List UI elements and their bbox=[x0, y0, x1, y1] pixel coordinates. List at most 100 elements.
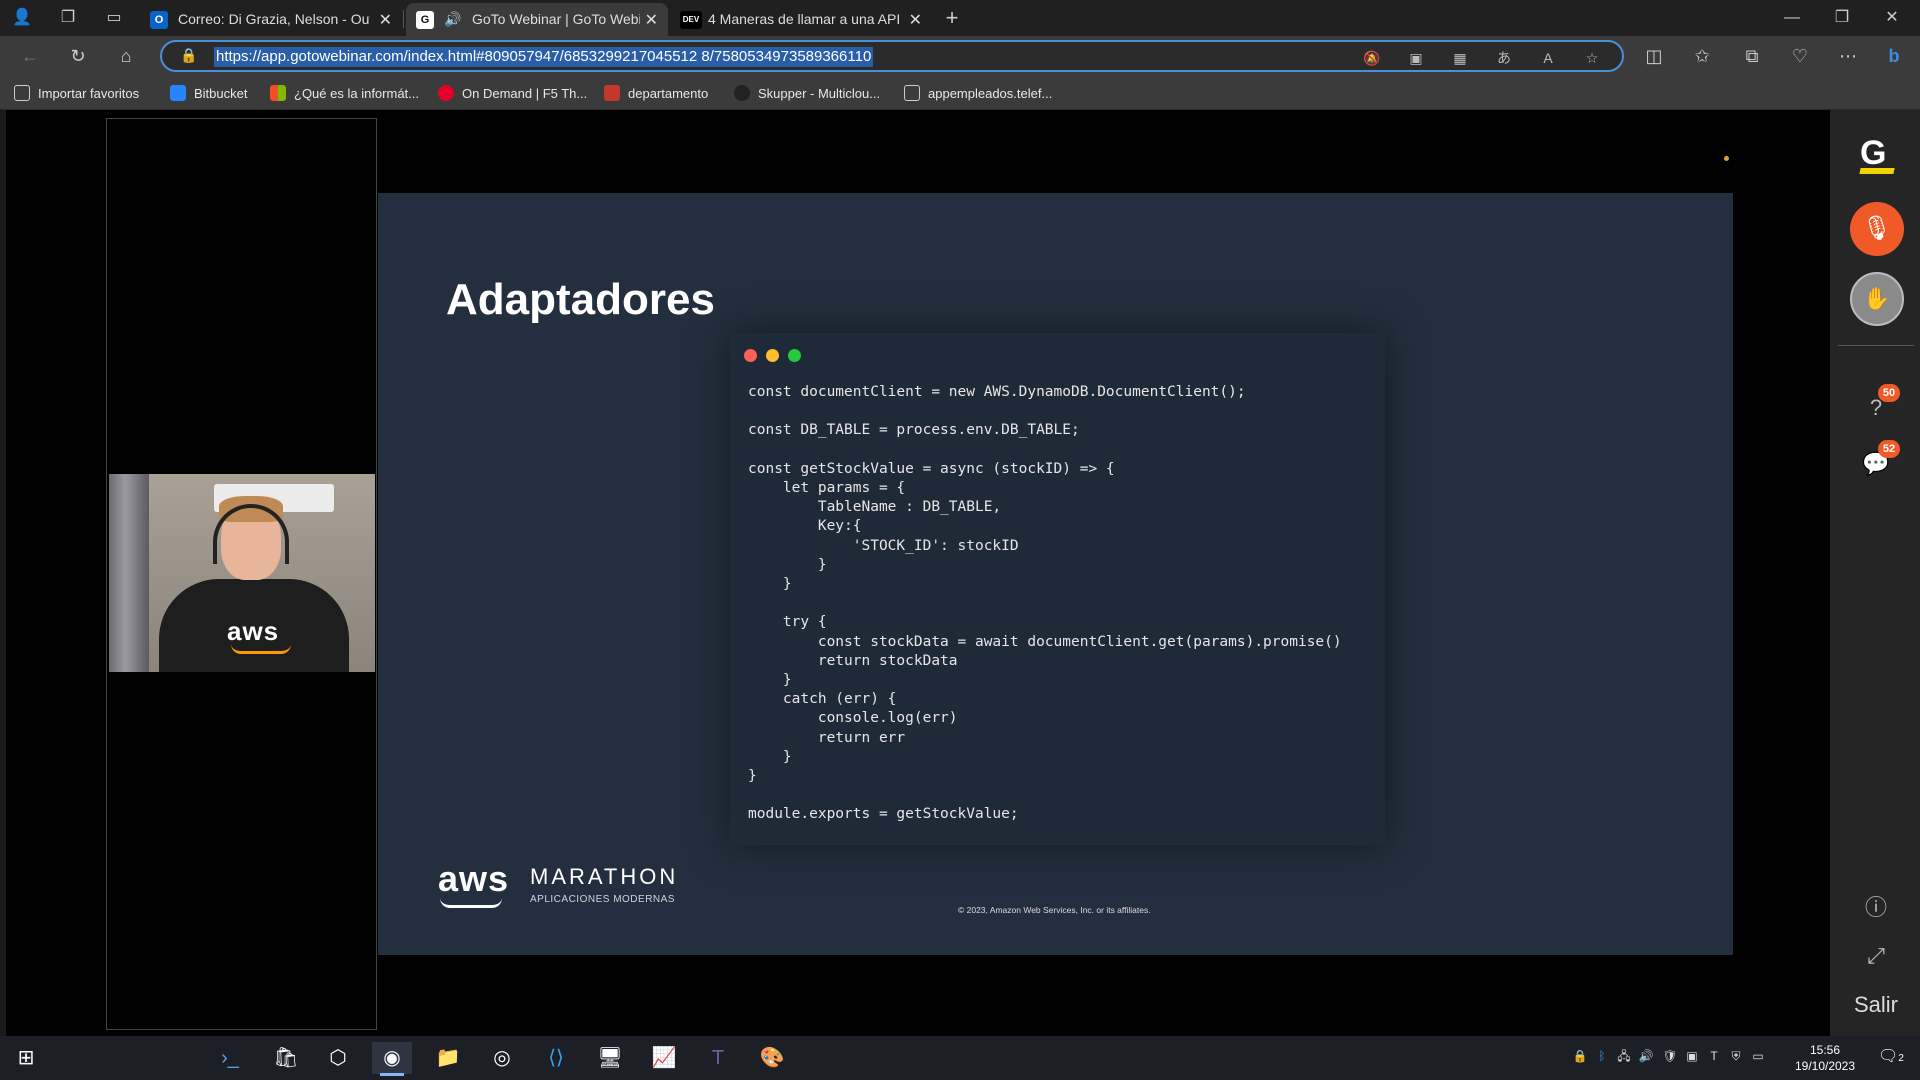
grid-icon[interactable]: ▦ bbox=[1450, 48, 1470, 68]
code-line: } bbox=[748, 748, 792, 765]
powershell-icon[interactable]: ›_ bbox=[210, 1042, 250, 1074]
tab-gotowebinar[interactable]: G 🔊 GoTo Webinar | GoTo Webin ✕ bbox=[406, 3, 668, 36]
exit-button[interactable]: Salir bbox=[1854, 992, 1898, 1018]
browser-essentials-icon[interactable]: ♡ bbox=[1788, 44, 1812, 68]
f5-icon bbox=[438, 85, 454, 101]
screen-icon[interactable]: ▣ bbox=[1684, 1048, 1700, 1064]
lock-icon[interactable]: 🔒 bbox=[180, 47, 197, 64]
code-line: } bbox=[748, 768, 757, 785]
bookmark-f5[interactable]: On Demand | F5 Th... bbox=[438, 84, 587, 104]
close-icon[interactable]: ✕ bbox=[379, 10, 392, 30]
file-explorer-icon[interactable]: 📁 bbox=[428, 1042, 468, 1074]
bookmark-label: Importar favoritos bbox=[38, 86, 140, 101]
code-line: return stockData bbox=[748, 652, 958, 669]
notification-center-icon[interactable]: 🗨2 bbox=[1878, 1046, 1904, 1066]
paint-icon[interactable]: 🎨 bbox=[752, 1042, 792, 1074]
volume-icon[interactable]: 🔊 bbox=[1638, 1048, 1654, 1064]
code-line: const stockData = await documentClient.g… bbox=[748, 633, 1342, 650]
edge-icon[interactable]: ◉ bbox=[372, 1042, 412, 1076]
tab-label: Correo: Di Grazia, Nelson - Outlo bbox=[178, 11, 370, 27]
bell-off-icon[interactable]: 🔕 bbox=[1362, 48, 1382, 68]
new-tab-icon[interactable]: + bbox=[940, 6, 964, 30]
webinar-viewer: aws Adaptadores const documentClient = n… bbox=[0, 110, 1920, 1036]
more-menu-icon[interactable]: ⋯ bbox=[1836, 44, 1860, 68]
bookmark-skupper[interactable]: Skupper - Multiclou... bbox=[734, 84, 880, 104]
code-line: TableName : DB_TABLE, bbox=[748, 499, 1002, 516]
tab-outlook[interactable]: O Correo: Di Grazia, Nelson - Outlo ✕ bbox=[140, 3, 402, 36]
bing-icon[interactable]: b bbox=[1882, 44, 1906, 68]
battery-icon[interactable]: ▭ bbox=[1750, 1048, 1766, 1064]
dev-icon: DEV bbox=[680, 11, 702, 29]
restore-icon[interactable]: ❐ bbox=[1830, 6, 1854, 30]
translate-icon[interactable]: あ bbox=[1494, 48, 1514, 68]
close-icon[interactable]: ✕ bbox=[909, 10, 922, 30]
bookmark-import[interactable]: Importar favoritos bbox=[14, 84, 139, 104]
split-screen-icon[interactable]: ◫ bbox=[1642, 44, 1666, 68]
fullscreen-button[interactable]: ⤢ bbox=[1860, 940, 1892, 972]
code-line: catch (err) { bbox=[748, 691, 897, 708]
taskbar-clock[interactable]: 15:56 19/10/2023 bbox=[1770, 1042, 1880, 1074]
home-icon[interactable]: ⌂ bbox=[114, 44, 138, 68]
bookmark-appempleados[interactable]: appempleados.telef... bbox=[904, 84, 1052, 104]
teams-tray-icon[interactable]: T bbox=[1706, 1048, 1722, 1064]
rail-divider bbox=[1838, 345, 1914, 346]
bluetooth-icon[interactable]: ᛒ bbox=[1594, 1048, 1610, 1064]
workspaces-icon[interactable]: ❐ bbox=[56, 6, 80, 30]
code-line: module.exports = getStockValue; bbox=[748, 806, 1019, 823]
app-available-icon[interactable]: ▣ bbox=[1406, 48, 1426, 68]
mic-muted-icon: 🎙 bbox=[1861, 215, 1893, 242]
raise-hand-button[interactable]: ✋ bbox=[1850, 272, 1904, 326]
read-aloud-icon[interactable]: A bbox=[1538, 48, 1558, 68]
tab-dev[interactable]: DEV 4 Maneras de llamar a una API R ✕ bbox=[670, 3, 932, 36]
chart-app-icon[interactable]: 📈 bbox=[644, 1042, 684, 1074]
favorites-icon[interactable]: ✩ bbox=[1690, 44, 1714, 68]
network-icon[interactable]: 🖧 bbox=[1616, 1048, 1632, 1064]
vscode-icon[interactable]: ⟨⟩ bbox=[536, 1042, 576, 1074]
presentation-slide: Adaptadores const documentClient = new A… bbox=[378, 193, 1733, 955]
close-window-icon[interactable]: ✕ bbox=[1880, 6, 1904, 30]
bookmarks-bar: Importar favoritos Bitbucket ¿Qué es la … bbox=[0, 76, 1920, 110]
security-icon[interactable]: 🛡 bbox=[1662, 1048, 1678, 1064]
minimize-icon[interactable]: — bbox=[1780, 6, 1804, 30]
address-bar[interactable]: 🔒 https://app.gotowebinar.com/index.html… bbox=[160, 40, 1624, 72]
bookmark-informatica[interactable]: ¿Qué es la informát... bbox=[270, 84, 419, 104]
code-line: try { bbox=[748, 614, 827, 631]
page-icon bbox=[904, 85, 920, 101]
bookmark-label: ¿Qué es la informát... bbox=[294, 86, 419, 101]
bookmark-label: appempleados.telef... bbox=[928, 86, 1053, 101]
vpn-icon[interactable]: 🔒 bbox=[1572, 1048, 1588, 1064]
curtain bbox=[109, 474, 149, 672]
bookmark-departamento[interactable]: departamento bbox=[604, 84, 708, 104]
speaker-icon[interactable]: 🔊 bbox=[444, 11, 462, 28]
virtualbox-icon[interactable]: ⬡ bbox=[318, 1042, 358, 1074]
tab-actions-icon[interactable]: ▭ bbox=[102, 6, 126, 30]
code-window: const documentClient = new AWS.DynamoDB.… bbox=[730, 333, 1385, 845]
refresh-icon[interactable]: ↻ bbox=[66, 44, 90, 68]
tab-label: 4 Maneras de llamar a una API R bbox=[708, 11, 900, 27]
store-icon[interactable]: 🛍 bbox=[266, 1042, 306, 1074]
remote-desktop-icon[interactable]: 🖥 bbox=[590, 1042, 630, 1074]
info-button[interactable]: ⓘ bbox=[1860, 892, 1892, 924]
bookmark-bitbucket[interactable]: Bitbucket bbox=[170, 84, 247, 104]
back-icon[interactable]: ← bbox=[18, 44, 42, 68]
url-text[interactable]: https://app.gotowebinar.com/index.html#8… bbox=[214, 47, 874, 67]
code-line: Key:{ bbox=[748, 518, 862, 535]
collections-icon[interactable]: ⧉ bbox=[1740, 44, 1764, 68]
defender-icon[interactable]: ⛨ bbox=[1728, 1048, 1744, 1064]
teams-icon[interactable]: T bbox=[698, 1042, 738, 1074]
bookmark-label: Bitbucket bbox=[194, 86, 248, 101]
chat-button[interactable]: 💬 52 bbox=[1860, 440, 1900, 480]
profile-icon[interactable]: 👤 bbox=[10, 6, 34, 30]
close-icon[interactable]: ✕ bbox=[645, 10, 658, 30]
microsoft-icon bbox=[270, 85, 286, 101]
microphone-button[interactable]: 🎙 bbox=[1850, 202, 1904, 256]
webcam-feed: aws bbox=[109, 474, 375, 672]
questions-button[interactable]: ? 50 bbox=[1860, 384, 1900, 424]
chrome-icon[interactable]: ◎ bbox=[482, 1042, 522, 1074]
close-dot bbox=[744, 349, 757, 362]
start-icon[interactable]: ⊞ bbox=[6, 1042, 46, 1074]
favorite-star-icon[interactable]: ☆ bbox=[1582, 48, 1602, 68]
